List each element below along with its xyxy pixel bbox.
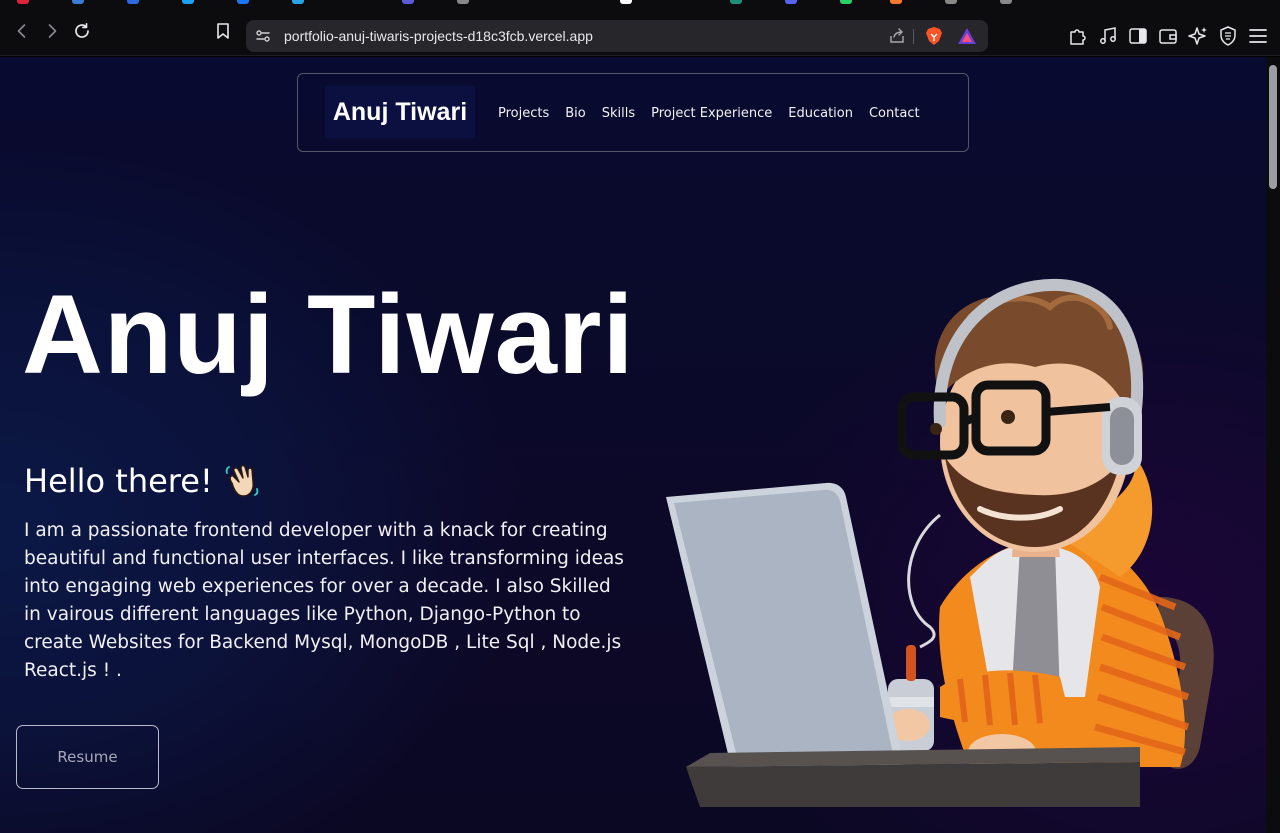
tab-favicon[interactable] xyxy=(237,0,249,4)
tab-favicon[interactable] xyxy=(620,0,632,4)
url-text[interactable]: portfolio-anuj-tiwaris-projects-d18c3fcb… xyxy=(284,20,593,52)
bookmark-button[interactable] xyxy=(209,17,237,45)
tab-favicon[interactable] xyxy=(72,0,84,4)
chevron-left-icon xyxy=(17,24,26,38)
nav-link-bio[interactable]: Bio xyxy=(565,106,585,121)
site-settings-icon[interactable] xyxy=(254,27,272,45)
forward-button[interactable] xyxy=(38,17,66,45)
media-music-icon[interactable] xyxy=(1097,25,1119,47)
extensions-icon[interactable] xyxy=(1067,25,1089,47)
brand-logo[interactable]: Anuj Tiwari xyxy=(325,86,475,138)
waving-hand-icon xyxy=(225,464,259,497)
address-bar[interactable]: portfolio-anuj-tiwaris-projects-d18c3fcb… xyxy=(246,20,988,52)
resume-button[interactable]: Resume xyxy=(16,725,159,789)
sidebar-icon[interactable] xyxy=(1127,25,1149,47)
nav-link-contact[interactable]: Contact xyxy=(869,106,920,121)
tab-favicon[interactable] xyxy=(292,0,304,4)
back-button[interactable] xyxy=(8,17,36,45)
brave-shields-icon[interactable] xyxy=(924,26,944,46)
tab-favicon[interactable] xyxy=(457,0,469,4)
greeting-text: Hello there! xyxy=(24,462,213,500)
nav-links: Projects Bio Skills Project Experience E… xyxy=(498,74,920,153)
vpn-shield-icon[interactable] xyxy=(1217,25,1239,47)
scrollbar-thumb[interactable] xyxy=(1269,65,1277,189)
reload-icon xyxy=(75,22,89,38)
tab-favicon[interactable] xyxy=(402,0,414,4)
tab-favicon[interactable] xyxy=(182,0,194,4)
tab-favicon[interactable] xyxy=(1000,0,1012,4)
tab-favicon[interactable] xyxy=(17,0,29,4)
portfolio-page: Anuj Tiwari Projects Bio Skills Project … xyxy=(0,57,1266,833)
nav-link-project-experience[interactable]: Project Experience xyxy=(651,106,772,121)
menu-icon[interactable] xyxy=(1247,25,1269,47)
bio-paragraph: I am a passionate frontend developer wit… xyxy=(24,520,624,681)
nav-link-skills[interactable]: Skills xyxy=(602,106,635,121)
tab-favicon[interactable] xyxy=(890,0,902,4)
nav-link-projects[interactable]: Projects xyxy=(498,106,549,121)
tab-favicon[interactable] xyxy=(840,0,852,4)
page-scrollbar[interactable] xyxy=(1266,57,1280,833)
tab-favicon[interactable] xyxy=(945,0,957,4)
site-navbar: Anuj Tiwari Projects Bio Skills Project … xyxy=(297,73,969,152)
chevron-right-icon xyxy=(48,24,57,38)
tab-favicon[interactable] xyxy=(730,0,742,4)
leo-ai-icon[interactable] xyxy=(1187,25,1209,47)
hero-title: Anuj Tiwari xyxy=(22,272,635,397)
tab-favicon[interactable] xyxy=(785,0,797,4)
divider xyxy=(913,29,914,44)
tab-favicon[interactable] xyxy=(127,0,139,4)
reload-button[interactable] xyxy=(68,17,96,45)
browser-toolbar: portfolio-anuj-tiwaris-projects-d18c3fcb… xyxy=(0,6,1280,56)
bookmark-icon xyxy=(217,23,229,39)
brave-rewards-icon[interactable] xyxy=(957,27,977,45)
wallet-icon[interactable] xyxy=(1157,25,1179,47)
developer-avatar-illustration xyxy=(666,278,1214,807)
share-icon[interactable] xyxy=(888,27,906,45)
nav-link-education[interactable]: Education xyxy=(788,106,853,121)
greeting: Hello there! xyxy=(24,457,263,505)
brand-text[interactable]: Anuj Tiwari xyxy=(325,86,475,138)
